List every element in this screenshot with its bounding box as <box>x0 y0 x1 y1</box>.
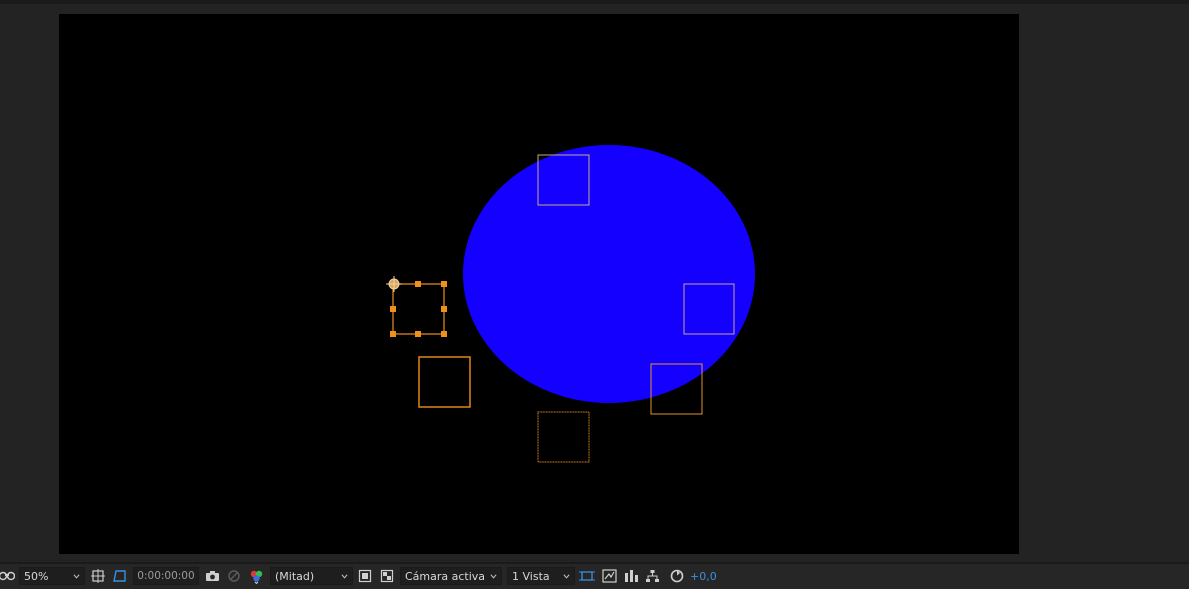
views-dropdown[interactable]: 1 Vista <box>507 567 575 585</box>
region-of-interest-icon[interactable] <box>111 567 129 585</box>
chevron-down-icon <box>563 573 570 579</box>
snapshot-camera-icon[interactable] <box>203 567 221 585</box>
selected-square-layer[interactable] <box>386 276 447 337</box>
3d-view-icon[interactable] <box>578 567 596 585</box>
square-outline-4[interactable] <box>418 356 471 408</box>
handle <box>441 281 447 287</box>
blue-ellipse-layer[interactable] <box>463 145 755 403</box>
color-channels-icon[interactable] <box>247 567 265 585</box>
resolution-grid-icon[interactable] <box>89 567 107 585</box>
preview-options-icon[interactable] <box>600 567 618 585</box>
chevron-down-icon <box>73 573 80 579</box>
fast-previews-icon[interactable] <box>356 567 374 585</box>
handle <box>390 331 396 337</box>
current-time-display[interactable]: 0:00:00:00 <box>133 567 199 585</box>
magnifier-glasses-icon[interactable] <box>0 567 16 585</box>
timecode: 0:00:00:00 <box>137 570 195 582</box>
handle <box>441 306 447 312</box>
camera-dropdown[interactable]: Cámara activa <box>400 567 502 585</box>
chevron-down-icon <box>341 573 348 579</box>
handle <box>415 281 421 287</box>
resolution-value: (Mitad) <box>275 569 315 583</box>
viewer-toolbar: 50% 0:00:00:00 (Mitad) Cámara activa 1 V… <box>0 564 1189 589</box>
exposure-value[interactable]: +0,0 <box>690 567 717 585</box>
handle <box>441 331 447 337</box>
reset-exposure-icon[interactable] <box>668 567 686 585</box>
zoom-value: 50% <box>24 569 49 583</box>
composition-viewer[interactable] <box>0 4 1189 562</box>
resolution-dropdown[interactable]: (Mitad) <box>270 567 353 585</box>
zoom-dropdown[interactable]: 50% <box>19 567 85 585</box>
camera-value: Cámara activa <box>405 569 486 583</box>
checkerboard-icon[interactable] <box>378 567 396 585</box>
show-snapshot-icon[interactable] <box>225 567 243 585</box>
timeline-icon[interactable] <box>622 567 640 585</box>
handle <box>390 306 396 312</box>
square-outline-5[interactable] <box>537 411 590 463</box>
chevron-down-icon <box>490 573 497 579</box>
composition-layers[interactable] <box>59 14 1019 554</box>
anchor-point-icon[interactable] <box>386 276 402 292</box>
handle <box>415 331 421 337</box>
views-value: 1 Vista <box>512 569 550 583</box>
composition-canvas[interactable] <box>59 14 1019 554</box>
flowchart-icon[interactable] <box>643 567 661 585</box>
